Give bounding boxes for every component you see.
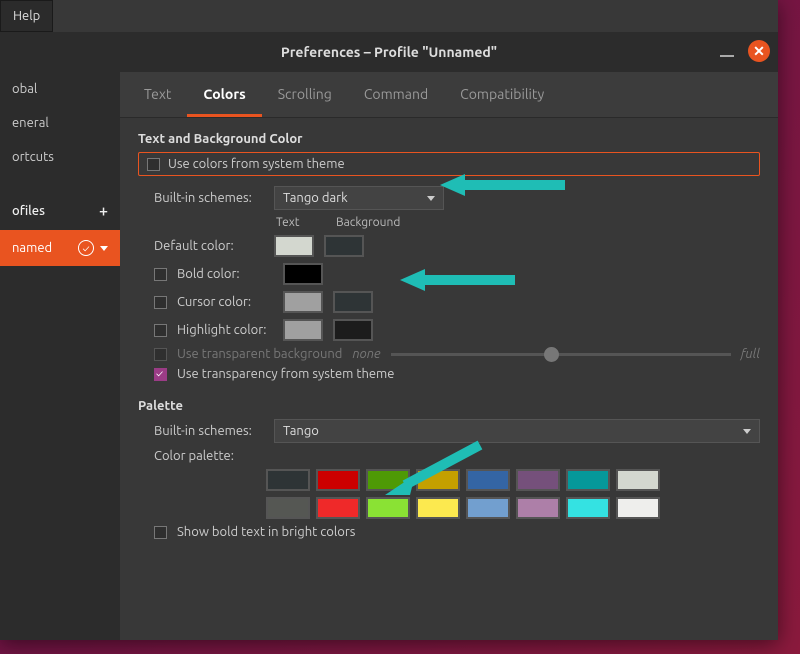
palette-swatch[interactable] (366, 497, 410, 519)
highlight-bg-swatch[interactable] (333, 319, 373, 341)
slider-none-label: none (352, 347, 380, 361)
palette-swatch[interactable] (466, 497, 510, 519)
palette-swatch[interactable] (516, 497, 560, 519)
bold-color-checkbox[interactable] (154, 268, 167, 281)
palette-swatch[interactable] (566, 497, 610, 519)
default-text-swatch[interactable] (274, 235, 314, 257)
chevron-down-icon (743, 429, 751, 434)
sidebar-item-global[interactable]: obal (0, 72, 120, 106)
palette-swatch[interactable] (416, 469, 460, 491)
add-profile-button[interactable]: + (99, 202, 108, 220)
default-color-label: Default color: (154, 239, 264, 253)
slider-thumb (544, 347, 559, 362)
check-circle-icon: ✓ (78, 240, 94, 256)
window-title: Preferences – Profile "Unnamed" (281, 44, 497, 60)
chevron-down-icon (427, 196, 435, 201)
profile-label: named (12, 241, 52, 255)
sidebar: obal eneral ortcuts ofiles + named ✓ (0, 72, 120, 640)
palette-swatch[interactable] (366, 469, 410, 491)
tab-colors[interactable]: Colors (187, 72, 261, 117)
show-bold-bright-checkbox[interactable] (154, 526, 167, 539)
section-palette-title: Palette (138, 399, 760, 413)
default-bg-swatch[interactable] (324, 235, 364, 257)
sidebar-item-general[interactable]: eneral (0, 106, 120, 140)
builtin-schemes-select[interactable]: Tango dark (274, 186, 444, 210)
cursor-text-swatch[interactable] (283, 291, 323, 313)
tab-scrolling[interactable]: Scrolling (262, 72, 348, 117)
use-transparency-theme-checkbox[interactable] (154, 368, 167, 381)
highlight-color-label: Highlight color: (177, 323, 273, 337)
use-system-colors-row[interactable]: Use colors from system theme (138, 152, 760, 176)
tab-text[interactable]: Text (128, 72, 187, 117)
transparent-bg-checkbox (154, 348, 167, 361)
sidebar-profile-unnamed[interactable]: named ✓ (0, 230, 120, 266)
use-system-colors-checkbox[interactable] (147, 158, 160, 171)
menu-help[interactable]: Help (0, 0, 53, 32)
sidebar-item-shortcuts[interactable]: ortcuts (0, 140, 120, 174)
palette-swatch[interactable] (566, 469, 610, 491)
transparency-slider (391, 353, 731, 356)
transparent-bg-label: Use transparent background (177, 347, 342, 361)
palette-swatch[interactable] (316, 497, 360, 519)
bold-color-label: Bold color: (177, 267, 273, 281)
scheme-selected-value: Tango dark (283, 191, 348, 205)
tab-bar: Text Colors Scrolling Command Compatibil… (120, 72, 778, 118)
slider-full-label: full (741, 347, 760, 361)
palette-swatch[interactable] (466, 469, 510, 491)
highlight-color-checkbox[interactable] (154, 324, 167, 337)
color-palette-label: Color palette: (154, 449, 264, 463)
cursor-color-label: Cursor color: (177, 295, 273, 309)
close-button[interactable]: ✕ (748, 40, 770, 62)
show-bold-bright-label: Show bold text in bright colors (177, 525, 355, 539)
palette-swatch[interactable] (316, 469, 360, 491)
col-header-background: Background (336, 216, 400, 229)
palette-swatch[interactable] (616, 469, 660, 491)
palette-schemes-label: Built-in schemes: (154, 424, 264, 438)
cursor-color-checkbox[interactable] (154, 296, 167, 309)
tab-compatibility[interactable]: Compatibility (444, 72, 560, 117)
colors-panel: Text and Background Color Use colors fro… (120, 118, 778, 640)
preferences-window: Help Preferences – Profile "Unnamed" ✕ o… (0, 0, 778, 640)
palette-grid (266, 469, 760, 519)
palette-scheme-value: Tango (283, 424, 319, 438)
highlight-text-swatch[interactable] (283, 319, 323, 341)
col-header-text: Text (276, 216, 316, 229)
palette-swatch[interactable] (616, 497, 660, 519)
window-body: obal eneral ortcuts ofiles + named ✓ Tex… (0, 72, 778, 640)
use-system-colors-label: Use colors from system theme (168, 157, 345, 171)
bold-color-swatch[interactable] (283, 263, 323, 285)
section-text-bg-title: Text and Background Color (138, 132, 760, 146)
chevron-down-icon[interactable] (100, 246, 108, 251)
titlebar: Preferences – Profile "Unnamed" ✕ (0, 32, 778, 72)
palette-swatch[interactable] (416, 497, 460, 519)
palette-schemes-select[interactable]: Tango (274, 419, 760, 443)
cursor-bg-swatch[interactable] (333, 291, 373, 313)
menubar: Help (0, 0, 778, 32)
use-transparency-theme-label: Use transparency from system theme (177, 367, 394, 381)
profiles-label: ofiles (12, 204, 45, 218)
minimize-button[interactable] (720, 55, 734, 57)
builtin-schemes-label: Built-in schemes: (154, 191, 264, 205)
tab-command[interactable]: Command (348, 72, 444, 117)
palette-swatch[interactable] (266, 497, 310, 519)
sidebar-profiles-header: ofiles + (0, 192, 120, 230)
palette-swatch[interactable] (516, 469, 560, 491)
content-area: Text Colors Scrolling Command Compatibil… (120, 72, 778, 640)
palette-swatch[interactable] (266, 469, 310, 491)
